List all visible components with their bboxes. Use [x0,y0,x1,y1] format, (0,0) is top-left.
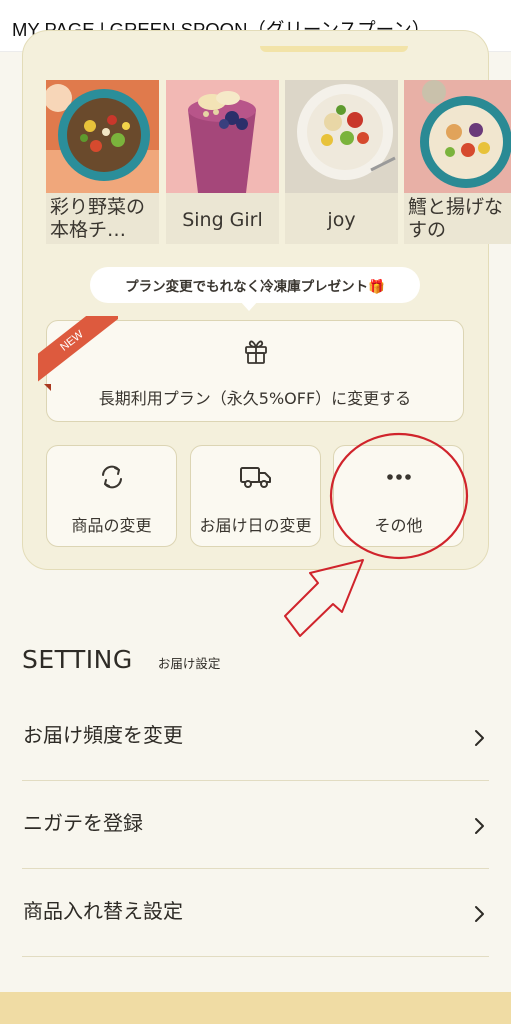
bottom-band [0,992,511,1024]
setting-item-dislikes[interactable]: ニガテを登録 [22,781,489,869]
setting-item-product-swap[interactable]: 商品入れ替え設定 [22,869,489,957]
setting-header: SETTING お届け設定 [22,645,220,674]
product-name: 鱈と揚げなすの [408,196,504,241]
new-badge-fold [44,384,51,391]
truck-icon [191,462,320,496]
product-image [404,80,511,193]
chevron-right-icon [473,817,485,839]
other-label: その他 [374,516,423,535]
product-name: joy [327,209,356,231]
chevron-right-icon [473,905,485,927]
other-button[interactable]: その他 [333,445,464,547]
product-image [166,80,279,193]
gift-icon [242,337,270,369]
product-image [46,80,159,193]
product-card[interactable]: 彩り野菜の本格チ… [46,80,159,244]
new-badge-label: NEW [38,316,118,387]
product-name: Sing Girl [182,209,263,231]
setting-item-label: ニガテを登録 [23,811,143,835]
chevron-right-icon [473,729,485,751]
product-card[interactable]: joy [285,80,398,244]
product-name: 彩り野菜の本格チ… [50,196,146,241]
refresh-icon [47,462,176,496]
product-carousel[interactable]: 彩り野菜の本格チ… Sing Girl joy 鱈と揚げなすの [46,80,511,244]
setting-item-label: 商品入れ替え設定 [23,899,183,923]
promo-bubble-tail [240,301,258,311]
card-tab[interactable] [260,46,408,52]
setting-title: SETTING [22,645,133,674]
change-products-button[interactable]: 商品の変更 [46,445,177,547]
setting-item-label: お届け頻度を変更 [23,723,183,747]
product-card[interactable]: Sing Girl [166,80,279,244]
new-badge: NEW [38,316,118,392]
change-delivery-date-button[interactable]: お届け日の変更 [190,445,321,547]
change-products-label: 商品の変更 [71,516,152,535]
setting-item-delivery-frequency[interactable]: お届け頻度を変更 [22,693,489,781]
annotation-arrow [284,559,364,637]
setting-subtitle: お届け設定 [157,656,221,671]
product-image [285,80,398,193]
change-delivery-date-label: お届け日の変更 [199,516,312,535]
promo-bubble: プラン変更でもれなく冷凍庫プレゼント🎁 [90,267,420,303]
product-card[interactable]: 鱈と揚げなすの [404,80,511,244]
more-icon [334,462,463,496]
